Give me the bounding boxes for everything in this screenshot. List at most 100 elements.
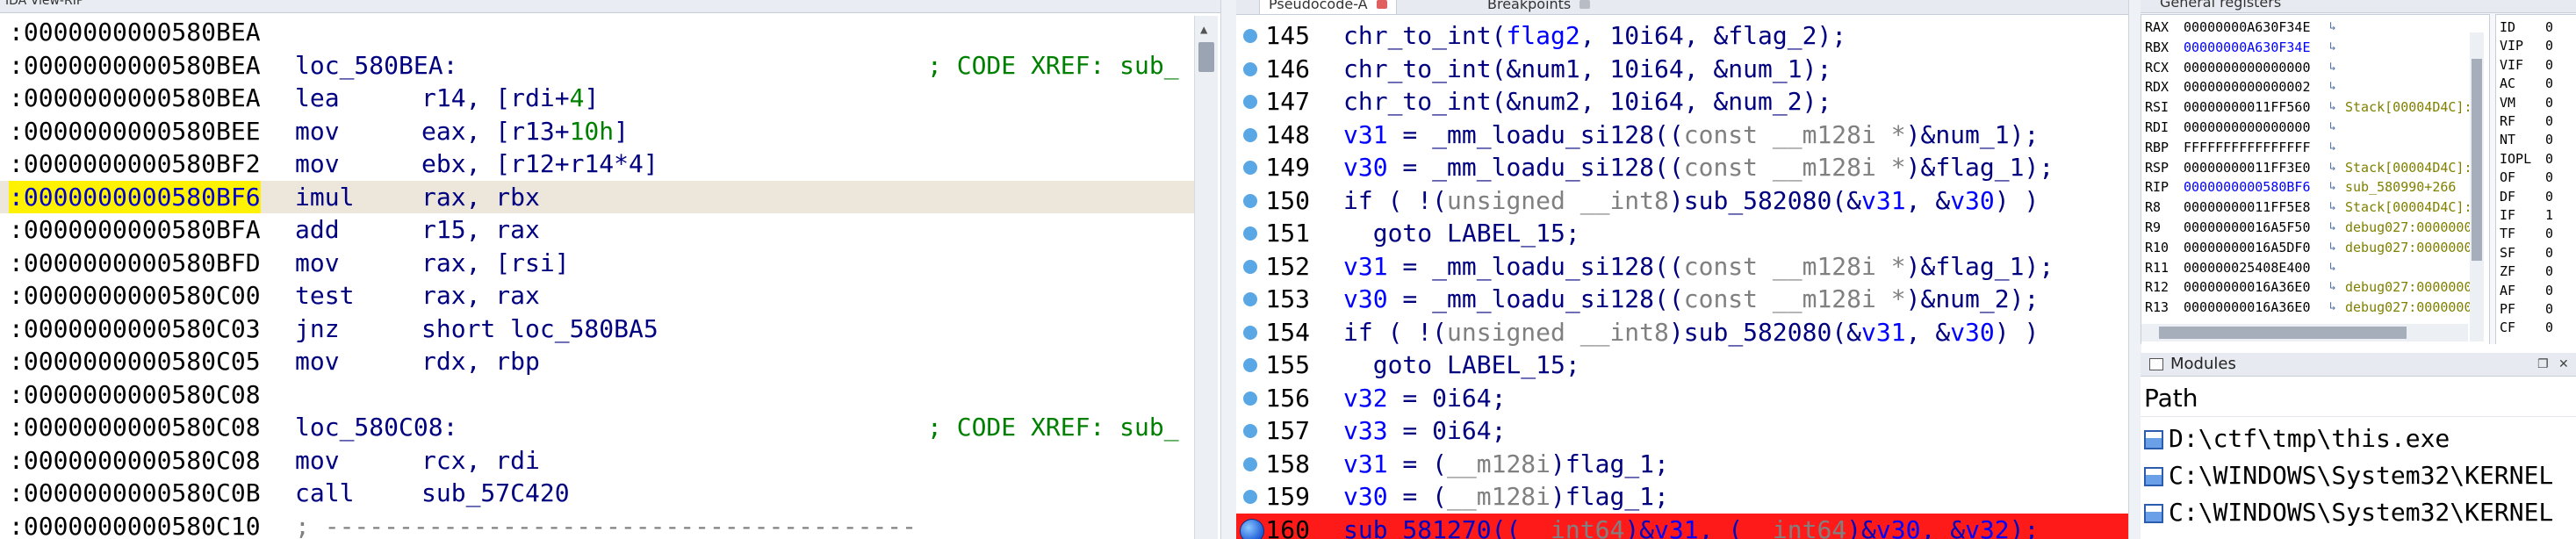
code-xref-comment[interactable]: ; CODE XREF: sub_ (927, 411, 1179, 444)
disassembly-line[interactable]: :0000000000580BFA add r15, rax (0, 213, 1194, 247)
close-icon[interactable]: ✕ (2558, 353, 2569, 376)
current-instruction-line[interactable]: :0000000000580BF6 imul rax, rbx (0, 180, 1194, 213)
registers-horizontal-scrollbar[interactable] (2141, 324, 2468, 341)
flag-value[interactable]: 0 (2545, 37, 2553, 54)
flag-value[interactable]: 0 (2545, 18, 2553, 36)
pseudocode-line[interactable]: 150 if ( !(unsigned __int8)sub_582080(&v3… (1236, 184, 2128, 218)
disassembly-line[interactable]: :0000000000580C08 (0, 378, 1194, 412)
scroll-up-arrow-icon[interactable]: ▲ (1200, 23, 1207, 37)
flag-row-df[interactable]: DF 0 (2500, 188, 2553, 205)
breakpoint-gutter-icon[interactable] (1243, 127, 1257, 142)
disassembly-line[interactable]: :0000000000580BEE mov eax, [r13+10h] (0, 115, 1194, 148)
flag-row-zf[interactable]: ZF 0 (2500, 262, 2553, 280)
pseudocode-line[interactable]: 147 chr_to_int(&num2, 10i64, &num_2); (1236, 85, 2128, 119)
disassembly-line[interactable]: :0000000000580C10 ; ---------------------… (0, 510, 1194, 539)
register-value[interactable]: 00000000016A5DF0 (2184, 239, 2311, 256)
breakpoint-gutter-icon[interactable] (1243, 161, 1257, 175)
flag-row-tf[interactable]: TF 0 (2500, 225, 2553, 242)
flag-value[interactable]: 0 (2545, 282, 2553, 299)
flag-row-if[interactable]: IF 1 (2500, 206, 2553, 224)
flag-value[interactable]: 0 (2545, 56, 2553, 74)
flag-row-af[interactable]: AF 0 (2500, 282, 2553, 299)
flag-value[interactable]: 0 (2545, 300, 2553, 318)
disassembly-line[interactable]: :0000000000580BEA loc_580BEA: ; CODE XREF:… (0, 49, 1194, 83)
registers-vertical-scrollbar[interactable] (2470, 32, 2484, 341)
registers-title-bar[interactable]: General registers (2141, 0, 2576, 13)
disassembly-line[interactable]: :0000000000580C00 test rax, rax (0, 279, 1194, 313)
breakpoint-gutter-icon[interactable] (1243, 490, 1257, 504)
pseudocode-line[interactable]: 148 v31 = _mm_loadu_si128((const __m128i … (1236, 119, 2128, 152)
breakpoint-gutter-icon[interactable] (1243, 259, 1257, 274)
breakpoint-gutter-icon[interactable] (1243, 358, 1257, 372)
pseudocode-line[interactable]: 159 v30 = (__m128i)flag_1; (1236, 480, 2128, 514)
flag-row-vip[interactable]: VIP 0 (2500, 37, 2553, 54)
flag-row-nt[interactable]: NT 0 (2500, 131, 2553, 148)
disassembly-line[interactable]: :0000000000580BEA (0, 16, 1194, 49)
pseudocode-line[interactable]: 155 goto LABEL_15; (1236, 349, 2128, 382)
breakpoint-gutter-icon[interactable] (1243, 61, 1257, 76)
breakpoint-gutter-icon[interactable] (1243, 424, 1257, 438)
breakpoint-gutter-icon[interactable] (1243, 325, 1257, 340)
registers-hscrollbar-thumb[interactable] (2159, 327, 2407, 339)
jump-arrow-icon[interactable]: ↳ (2329, 198, 2336, 216)
pseudocode-line[interactable]: 152 v31 = _mm_loadu_si128((const __m128i … (1236, 250, 2128, 284)
flag-value[interactable]: 0 (2545, 169, 2553, 186)
register-value[interactable]: 00000000011FF560 (2184, 98, 2311, 116)
disassembly-line[interactable]: :0000000000580BFD mov rax, [rsi] (0, 247, 1194, 280)
flag-value[interactable]: 0 (2545, 150, 2553, 168)
jump-arrow-icon[interactable]: ↳ (2329, 78, 2336, 96)
tab-breakpoints[interactable]: Breakpoints (1479, 0, 1599, 14)
disassembly-line[interactable]: :0000000000580C03 jnz short loc_580BA5 (0, 313, 1194, 346)
register-value[interactable]: 000000025408E400 (2184, 259, 2311, 277)
register-value[interactable]: 00000000016A5F50 (2184, 219, 2311, 236)
disassembly-line[interactable]: :0000000000580C05 mov rdx, rbp (0, 345, 1194, 378)
pseudocode-line[interactable]: 145 chr_to_int(flag2, 10i64, &flag_2); (1236, 19, 2128, 53)
flag-row-of[interactable]: OF 0 (2500, 169, 2553, 186)
disassembly-line[interactable]: :0000000000580BEA lea r14, [rdi+4] (0, 82, 1194, 115)
pseudocode-line[interactable]: 149 v30 = _mm_loadu_si128((const __m128i … (1236, 151, 2128, 184)
module-row[interactable]: C:\WINDOWS\System32\KERNEL (2144, 495, 2553, 530)
flag-value[interactable]: 0 (2545, 244, 2553, 262)
jump-arrow-icon[interactable]: ↳ (2329, 39, 2336, 56)
breakpoint-gutter-icon[interactable] (1243, 226, 1257, 241)
flag-value[interactable]: 0 (2545, 188, 2553, 205)
breakpoint-gutter-icon[interactable] (1243, 193, 1257, 208)
register-list[interactable]: RAX 00000000A630F34E ↳ RBX 00000000A630F34E ↳… (2141, 14, 2490, 344)
flag-row-pf[interactable]: PF 0 (2500, 300, 2553, 318)
jump-arrow-icon[interactable]: ↳ (2329, 298, 2336, 316)
code-label[interactable]: loc_580BEA: (295, 49, 457, 83)
modules-title-bar[interactable]: Modules ❐ ✕ (2141, 353, 2576, 377)
pseudocode-line[interactable]: 156 v32 = 0i64; (1236, 382, 2128, 415)
breakpoint-gutter-icon[interactable] (1243, 29, 1257, 43)
ida-vertical-scrollbar[interactable]: ▲ (1194, 16, 1218, 539)
jump-arrow-icon[interactable]: ↳ (2329, 139, 2336, 156)
flag-row-id[interactable]: ID 0 (2500, 18, 2553, 36)
breakpoint-gutter-icon[interactable] (1243, 292, 1257, 306)
pseudocode-line[interactable]: 151 goto LABEL_15; (1236, 217, 2128, 250)
register-value[interactable]: 0000000000000000 (2184, 59, 2311, 76)
tab-close-icon[interactable] (1376, 0, 1387, 9)
flag-row-rf[interactable]: RF 0 (2500, 112, 2553, 130)
panel-splitter[interactable] (2128, 0, 2141, 539)
register-value[interactable]: 00000000A630F34E (2184, 39, 2311, 56)
ida-scrollbar-thumb[interactable] (1198, 42, 1214, 72)
flag-row-vif[interactable]: VIF 0 (2500, 56, 2553, 74)
restore-icon[interactable]: ❐ (2537, 353, 2549, 376)
flag-value[interactable]: 0 (2545, 131, 2553, 148)
register-value[interactable]: 0000000000000002 (2184, 78, 2311, 96)
pseudocode-line[interactable]: 154 if ( !(unsigned __int8)sub_582080(&v3… (1236, 316, 2128, 349)
register-value[interactable]: 00000000016A36E0 (2184, 298, 2311, 316)
disassembly-line[interactable]: :0000000000580C08 mov rcx, rdi (0, 444, 1194, 478)
jump-arrow-icon[interactable]: ↳ (2329, 159, 2336, 176)
jump-arrow-icon[interactable]: ↳ (2329, 59, 2336, 76)
disassembly-line[interactable]: :0000000000580C0B call sub_57C420 (0, 477, 1194, 510)
modules-column-path[interactable]: Path (2141, 381, 2576, 417)
register-value[interactable]: FFFFFFFFFFFFFFFF (2184, 139, 2311, 156)
breakpoint-gutter-icon[interactable] (1243, 95, 1257, 109)
ida-view-title-bar[interactable]: IDA View-RIP (0, 0, 1220, 13)
jump-arrow-icon[interactable]: ↳ (2329, 239, 2336, 256)
flag-row-iopl[interactable]: IOPL 0 (2500, 150, 2553, 168)
flag-row-sf[interactable]: SF 0 (2500, 244, 2553, 262)
pseudocode-line[interactable]: 153 v30 = _mm_loadu_si128((const __m128i … (1236, 283, 2128, 316)
jump-arrow-icon[interactable]: ↳ (2329, 119, 2336, 136)
